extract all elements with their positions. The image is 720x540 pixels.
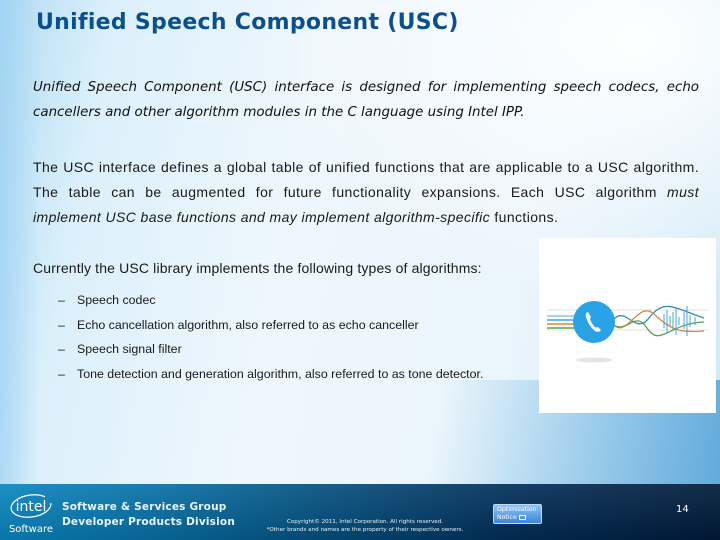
list-item: – Speech codec: [58, 288, 483, 313]
notice-label: Notice: [497, 514, 517, 521]
intel-software-logo: intel Software: [6, 488, 56, 538]
speech-signal-illustration: [539, 238, 716, 413]
bullet-dash: –: [58, 342, 65, 357]
phone-circle: [573, 301, 615, 343]
algorithm-list: – Speech codec – Echo cancellation algorit…: [58, 288, 483, 386]
list-item: – Speech signal filter: [58, 337, 483, 362]
list-item-text: Speech codec: [77, 293, 156, 308]
group-name: Software & Services Group: [62, 501, 227, 513]
list-item: – Echo cancellation algorithm, also refer…: [58, 313, 483, 338]
logo-text: intel: [16, 499, 47, 515]
bullet-dash: –: [58, 293, 65, 308]
footer-bar: intel Software Software & Services Group…: [0, 484, 720, 540]
list-item: – Tone detection and generation algorithm…: [58, 362, 483, 387]
interface-paragraph: The USC interface defines a global table…: [33, 155, 699, 230]
intro-paragraph: Unified Speech Component (USC) interface…: [33, 80, 699, 120]
bullet-dash: –: [58, 366, 65, 381]
page-number: 14: [676, 504, 689, 515]
optimization-notice-label: Optimization: [497, 506, 537, 513]
list-item-text: Echo cancellation algorithm, also referr…: [77, 317, 419, 332]
list-item-text: Speech signal filter: [77, 342, 182, 357]
interface-paragraph-text: The USC interface defines a global table…: [33, 159, 699, 200]
interface-paragraph-end: functions.: [490, 209, 559, 225]
bullet-dash: –: [58, 317, 65, 332]
trademark-line: *Other brands and names are the property…: [266, 526, 464, 533]
book-icon: [518, 514, 526, 520]
copyright-line: Copyright© 2011, Intel Corporation. All …: [286, 519, 444, 525]
list-item-text: Tone detection and generation algorithm,…: [77, 366, 484, 381]
division-label: Software & Services Group Developer Prod…: [62, 500, 235, 529]
logo-subtext: Software: [9, 524, 53, 535]
division-name: Developer Products Division: [62, 515, 236, 528]
intel-logo-icon: intel Software: [9, 494, 53, 535]
signal-waves-graphic: [547, 301, 709, 363]
optimization-notice-button[interactable]: Optimization Notice: [493, 504, 542, 524]
slide-title: Unified Speech Component (USC): [36, 10, 459, 35]
algorithms-intro: Currently the USC library implements the…: [33, 260, 482, 276]
phone-shadow: [576, 357, 612, 363]
copyright-notice: Copyright© 2011, Intel Corporation. All …: [250, 519, 480, 534]
